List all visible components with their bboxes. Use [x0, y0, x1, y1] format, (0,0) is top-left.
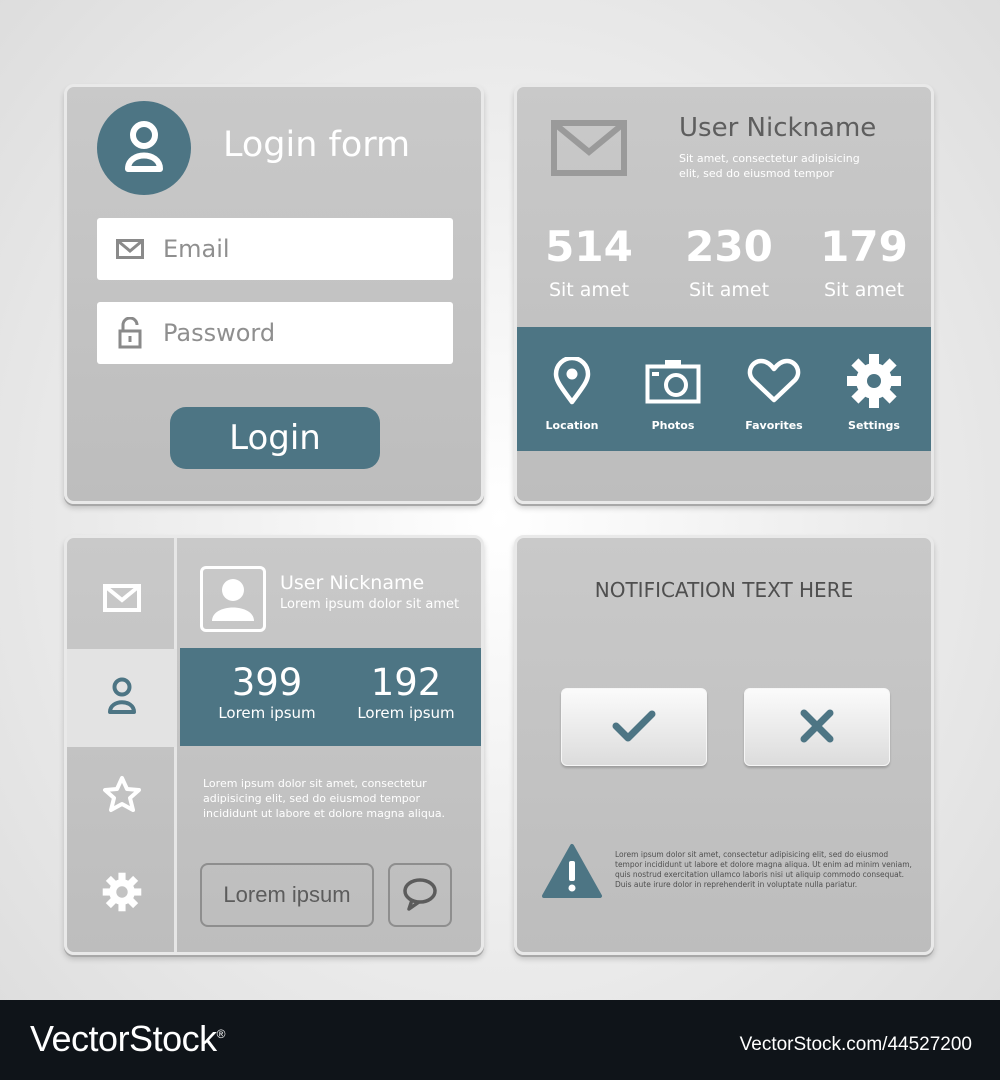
user-silhouette-icon [212, 579, 254, 621]
stat-3: 179 Sit amet [809, 222, 919, 302]
location-pin-icon [520, 355, 624, 407]
speech-bubble-icon [402, 877, 438, 914]
reject-button[interactable] [744, 688, 890, 766]
registered-mark: ® [216, 1027, 226, 1041]
checkmark-icon [611, 709, 657, 746]
sidebar-profile-panel: User Nickname Lorem ipsum dolor sit amet… [64, 535, 484, 955]
brand-logo: VectorStock® [30, 1018, 225, 1060]
sidebar-item-profile[interactable] [67, 649, 177, 747]
sidebar-item-favorites[interactable] [67, 747, 177, 845]
unlock-icon [97, 317, 163, 349]
close-icon [798, 707, 836, 748]
menu-label: Settings [848, 419, 900, 432]
stat-label: Sit amet [688, 279, 770, 301]
stat-value: 179 [820, 222, 908, 271]
stat-1: 514 Sit amet [534, 222, 644, 302]
stat-label: Lorem ipsum [357, 704, 455, 722]
stat-value: 230 [685, 222, 773, 271]
star-icon [102, 775, 142, 817]
profile-subtitle-line1: Sit amet, consectetur adipisicing [679, 152, 860, 165]
action-bar: Location Photos Favorites Settings [517, 327, 931, 451]
sidebar-subtitle: Lorem ipsum dolor sit amet [280, 597, 460, 612]
sidebar-nickname: User Nickname [280, 572, 425, 594]
menu-label: Photos [651, 419, 695, 432]
email-field[interactable]: Email [97, 218, 453, 280]
heart-icon [722, 355, 826, 407]
warning-icon [541, 843, 603, 903]
notification-title: NOTIFICATION TEXT HERE [594, 578, 854, 602]
chat-button[interactable] [388, 863, 452, 927]
login-panel: Login form Email Password Login [64, 84, 484, 504]
profile-subtitle: Sit amet, consectetur adipisicing elit, … [679, 151, 879, 181]
stats-band: 399 Lorem ipsum 192 Lorem ipsum [180, 648, 481, 746]
password-field[interactable]: Password [97, 302, 453, 364]
stat-value: 192 [370, 661, 442, 704]
stat-value: 399 [231, 661, 303, 704]
sidebar [67, 538, 177, 952]
login-button[interactable]: Login [170, 407, 380, 469]
lorem-ipsum-button[interactable]: Lorem ipsum [200, 863, 374, 927]
envelope-icon [97, 239, 163, 259]
gear-icon [822, 354, 926, 408]
stat-2: 192 Lorem ipsum [336, 661, 476, 723]
user-icon [106, 676, 138, 720]
sidebar-item-settings[interactable] [67, 845, 177, 943]
login-title: Login form [223, 125, 411, 165]
user-avatar-icon [97, 101, 191, 195]
description-text: Lorem ipsum dolor sit amet, consectetur … [203, 777, 446, 820]
stat-label: Sit amet [548, 279, 630, 301]
avatar [200, 566, 266, 632]
stat-label: Sit amet [823, 279, 905, 301]
gear-icon [102, 872, 142, 916]
stat-1: 399 Lorem ipsum [197, 661, 337, 723]
stat-label: Lorem ipsum [218, 704, 316, 722]
email-placeholder: Email [163, 235, 230, 263]
menu-label: Location [545, 419, 599, 432]
accept-button[interactable] [561, 688, 707, 766]
camera-icon [621, 355, 725, 407]
stat-value: 514 [545, 222, 633, 271]
envelope-icon [103, 584, 141, 616]
menu-label: Favorites [745, 419, 803, 432]
profile-panel: User Nickname Sit amet, consectetur adip… [514, 84, 934, 504]
envelope-icon [551, 120, 627, 180]
menu-item-photos[interactable]: Photos [621, 355, 725, 432]
stat-2: 230 Sit amet [674, 222, 784, 302]
profile-subtitle-line2: elit, sed do eiusmod tempor [679, 167, 834, 180]
notification-panel: NOTIFICATION TEXT HERE Lorem ipsum dolor… [514, 535, 934, 955]
brand-name: VectorStock [30, 1018, 217, 1059]
menu-item-location[interactable]: Location [520, 355, 624, 432]
menu-item-settings[interactable]: Settings [822, 354, 926, 432]
password-placeholder: Password [163, 319, 276, 347]
footer-bar: VectorStock® VectorStock.com/44527200 [0, 1000, 1000, 1080]
menu-item-favorites[interactable]: Favorites [722, 355, 826, 432]
sidebar-item-messages[interactable] [67, 551, 177, 649]
warning-text: Lorem ipsum dolor sit amet, consectetur … [615, 850, 912, 889]
profile-nickname: User Nickname [679, 113, 877, 143]
image-id: VectorStock.com/44527200 [739, 1034, 972, 1055]
